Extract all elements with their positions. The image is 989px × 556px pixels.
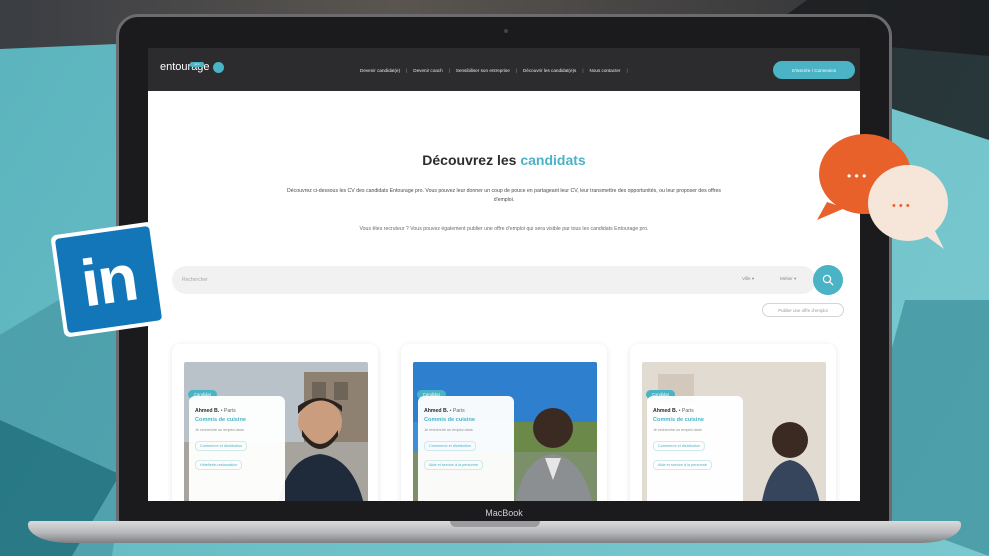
candidate-name: Ahmed B. (424, 408, 449, 414)
candidate-card[interactable]: Candidat Ahmed B. • Paris Commis de cuis… (630, 344, 836, 501)
candidate-city: • Paris (449, 408, 465, 414)
intro-text: Découvrez ci-dessous les CV des candidat… (287, 188, 721, 203)
candidate-name: Ahmed B. (653, 408, 678, 414)
candidate-name-line: Ahmed B. • Paris (424, 408, 508, 414)
search-icon (822, 274, 834, 286)
nav-links: Devenir candidat(e) | Devenir coach | Se… (360, 68, 634, 73)
site-navbar: entourage pro Devenir candidat(e) | Deve… (148, 48, 860, 91)
nav-link-company[interactable]: Sensibiliser son entreprise (456, 68, 510, 73)
page-title-prefix: Découvrez les (422, 152, 517, 168)
laptop-base-notch (450, 521, 540, 527)
candidate-role: Commis de cuisine (653, 417, 704, 423)
candidate-description: Je recherche un emploi dans (424, 428, 473, 432)
candidate-sector-chip: Commerce et distribution (195, 441, 248, 451)
candidate-city: • Paris (678, 408, 694, 414)
search-input[interactable] (182, 275, 482, 285)
candidate-photo: Candidat Ahmed B. • Paris Commis de cuis… (642, 362, 826, 501)
candidate-name-line: Ahmed B. • Paris (653, 408, 737, 414)
candidate-sector-chip: Commerce et distribution (653, 441, 706, 451)
laptop-brand-label: MacBook (485, 508, 523, 518)
nav-separator: | (582, 68, 584, 73)
candidate-photo: Candidat Ahmed B. • Paris Commis de cuis… (184, 362, 368, 501)
candidate-sector-chip: Commerce et distribution (424, 441, 477, 451)
page-title-accent: candidats (520, 152, 586, 168)
chat-bubble-cream-icon: • • • (868, 165, 948, 249)
candidate-city: • Paris (220, 408, 236, 414)
nav-link-become-candidate[interactable]: Devenir candidat(e) (360, 68, 400, 73)
search-button[interactable] (813, 265, 843, 295)
candidate-info-panel: Ahmed B. • Paris Commis de cuisine Je re… (647, 396, 743, 501)
laptop-base (28, 521, 961, 543)
candidate-card[interactable]: Candidat Ahmed B. • Paris Commis de cuis… (401, 344, 607, 501)
nav-separator: | (626, 68, 628, 73)
candidate-sector-chip: Aide et service à la personne (424, 460, 483, 470)
candidate-description: Je recherche un emploi dans (195, 428, 244, 432)
candidate-role: Commis de cuisine (195, 417, 246, 423)
signup-login-button[interactable]: S'inscrire / Connexion (773, 61, 855, 79)
nav-separator: | (448, 68, 450, 73)
candidate-name-line: Ahmed B. • Paris (195, 408, 279, 414)
candidate-info-panel: Ahmed B. • Paris Commis de cuisine Je re… (418, 396, 514, 501)
candidate-photo: Candidat Ahmed B. • Paris Commis de cuis… (413, 362, 597, 501)
linkedin-sticker: in (50, 221, 167, 338)
webcam (504, 29, 508, 33)
nav-link-become-coach[interactable]: Devenir coach (413, 68, 442, 73)
recruiter-text: Vous êtes recruteur ? Vous pouvez égalem… (359, 226, 649, 232)
candidate-card[interactable]: Candidat Ahmed B. • Paris Commis de cuis… (172, 344, 378, 501)
laptop-lid: entourage pro Devenir candidat(e) | Deve… (116, 14, 892, 524)
nav-link-contact[interactable]: Nous contacter (590, 68, 621, 73)
nav-link-discover-candidates[interactable]: Découvrir les candidat(e)s (523, 68, 576, 73)
job-filter-select[interactable]: Métier ▾ (780, 276, 796, 282)
logo-badge: pro (190, 62, 204, 67)
city-filter-select[interactable]: Ville ▾ (742, 276, 754, 282)
search-bar: Ville ▾ Métier ▾ (172, 266, 816, 294)
chat-dots: • • • (892, 200, 910, 212)
chat-dots: • • • (847, 169, 866, 183)
linkedin-icon: in (54, 225, 163, 334)
publish-offer-button[interactable]: Publier une offre d'emploi (762, 303, 844, 317)
nav-separator: | (515, 68, 517, 73)
page-title: Découvrez les candidats (148, 152, 860, 168)
candidate-name: Ahmed B. (195, 408, 220, 414)
laptop-screen: entourage pro Devenir candidat(e) | Deve… (148, 48, 860, 501)
candidate-role: Commis de cuisine (424, 417, 475, 423)
candidate-info-panel: Ahmed B. • Paris Commis de cuisine Je re… (189, 396, 285, 501)
candidate-sector-chip: Aide et service à la personne (653, 460, 712, 470)
candidate-sector-chip: Hôtellerie-restauration (195, 460, 243, 470)
linkedin-logo-text: in (76, 239, 141, 320)
candidate-description: Je recherche un emploi dans (653, 428, 702, 432)
nav-separator: | (406, 68, 408, 73)
logo-mark-icon (212, 61, 224, 73)
